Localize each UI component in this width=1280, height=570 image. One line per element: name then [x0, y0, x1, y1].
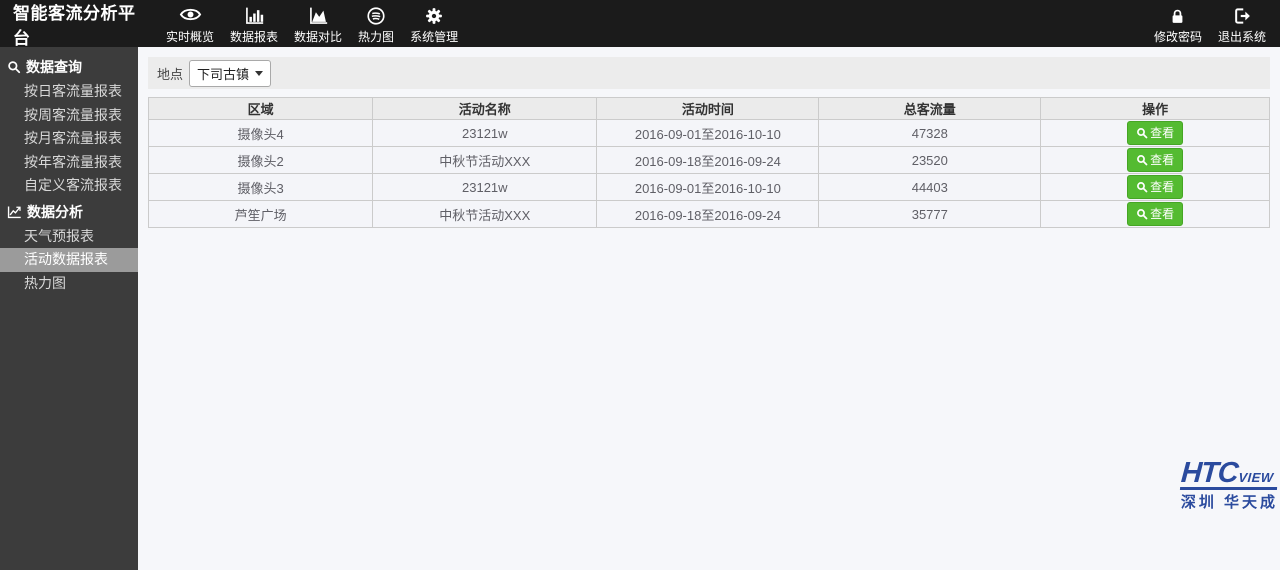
- sidebar-section-title: 数据查询: [26, 57, 82, 77]
- sidebar-item-activity-report[interactable]: 活动数据报表: [0, 248, 138, 272]
- sidebar-item-weekly-report[interactable]: 按周客流量报表: [0, 104, 138, 128]
- nav-item-heatmap[interactable]: 热力图: [350, 0, 402, 47]
- sidebar: 数据查询 按日客流量报表 按周客流量报表 按月客流量报表 按年客流量报表 自定义…: [0, 47, 138, 570]
- sidebar-item-monthly-report[interactable]: 按月客流量报表: [0, 127, 138, 151]
- nav-label: 修改密码: [1154, 28, 1202, 45]
- logo-brand-text: HTC: [1180, 459, 1239, 487]
- view-button-label: 查看: [1150, 151, 1174, 168]
- cell-activity: 中秋节活动XXX: [373, 147, 597, 174]
- col-header-activity-time: 活动时间: [597, 98, 819, 120]
- nav-label: 系统管理: [410, 28, 458, 45]
- nav-label: 热力图: [358, 28, 394, 45]
- nav-label: 退出系统: [1218, 28, 1266, 45]
- app-title: 智能客流分析平台: [0, 0, 138, 47]
- nav-item-system-admin[interactable]: 系统管理: [402, 0, 466, 47]
- view-button[interactable]: 查看: [1127, 202, 1183, 226]
- sidebar-item-daily-report[interactable]: 按日客流量报表: [0, 80, 138, 104]
- sidebar-item-heatmap[interactable]: 热力图: [0, 272, 138, 296]
- cell-time: 2016-09-01至2016-10-10: [597, 120, 819, 147]
- table-row: 摄像头2 中秋节活动XXX 2016-09-18至2016-09-24 2352…: [149, 147, 1270, 174]
- sign-out-icon: [1232, 4, 1252, 26]
- location-dropdown-value: 下司古镇: [197, 64, 249, 83]
- cell-activity: 23121w: [373, 120, 597, 147]
- col-header-total-flow: 总客流量: [819, 98, 1041, 120]
- cell-actions: 查看: [1041, 174, 1270, 201]
- location-label: 地点: [157, 64, 183, 83]
- gear-icon: [424, 4, 444, 26]
- cell-total: 47328: [819, 120, 1041, 147]
- view-button[interactable]: 查看: [1127, 148, 1183, 172]
- sidebar-section-data-analysis[interactable]: 数据分析: [0, 198, 138, 225]
- sidebar-section-title: 数据分析: [27, 202, 83, 222]
- col-header-activity-name: 活动名称: [373, 98, 597, 120]
- sidebar-item-weather-report[interactable]: 天气预报表: [0, 225, 138, 249]
- heatmap-icon: [366, 4, 386, 26]
- table-row: 摄像头4 23121w 2016-09-01至2016-10-10 47328 …: [149, 120, 1270, 147]
- cell-activity: 中秋节活动XXX: [373, 201, 597, 228]
- sidebar-item-yearly-report[interactable]: 按年客流量报表: [0, 151, 138, 175]
- main-nav: 实时概览 数据报表 数据对比 热力图 系统管理: [158, 0, 466, 47]
- cell-time: 2016-09-01至2016-10-10: [597, 174, 819, 201]
- cell-actions: 查看: [1041, 120, 1270, 147]
- table-row: 芦笙广场 中秋节活动XXX 2016-09-18至2016-09-24 3577…: [149, 201, 1270, 228]
- search-icon: [1136, 127, 1148, 139]
- cell-total: 23520: [819, 147, 1041, 174]
- logo-brand-suffix: view: [1238, 470, 1274, 485]
- cell-region: 芦笙广场: [149, 201, 373, 228]
- line-chart-icon: [7, 204, 22, 219]
- lock-icon: [1168, 4, 1187, 26]
- nav-label: 数据对比: [294, 28, 342, 45]
- col-header-region: 区域: [149, 98, 373, 120]
- cell-time: 2016-09-18至2016-09-24: [597, 147, 819, 174]
- area-chart-icon: [308, 4, 328, 26]
- sidebar-section-data-query[interactable]: 数据查询: [0, 53, 138, 80]
- nav-item-data-compare[interactable]: 数据对比: [286, 0, 350, 47]
- chevron-down-icon: [255, 71, 263, 76]
- cell-time: 2016-09-18至2016-09-24: [597, 201, 819, 228]
- cell-total: 35777: [819, 201, 1041, 228]
- change-password-button[interactable]: 修改密码: [1146, 0, 1210, 47]
- topbar: 智能客流分析平台 实时概览 数据报表 数据对比 热力图: [0, 0, 1280, 47]
- nav-label: 数据报表: [230, 28, 278, 45]
- col-header-actions: 操作: [1041, 98, 1270, 120]
- cell-region: 摄像头3: [149, 174, 373, 201]
- view-button-label: 查看: [1150, 205, 1174, 222]
- search-icon: [1136, 208, 1148, 220]
- view-button[interactable]: 查看: [1127, 121, 1183, 145]
- search-icon: [1136, 154, 1148, 166]
- view-button[interactable]: 查看: [1127, 175, 1183, 199]
- main-content: 地点 下司古镇 区域 活动名称 活动时间 总客流量 操作 摄像头4: [138, 47, 1280, 570]
- cell-actions: 查看: [1041, 201, 1270, 228]
- logout-button[interactable]: 退出系统: [1210, 0, 1274, 47]
- cell-activity: 23121w: [373, 174, 597, 201]
- table-header-row: 区域 活动名称 活动时间 总客流量 操作: [149, 98, 1270, 120]
- search-icon: [1136, 181, 1148, 193]
- topbar-right: 修改密码 退出系统: [1146, 0, 1280, 47]
- nav-label: 实时概览: [166, 28, 214, 45]
- cell-region: 摄像头2: [149, 147, 373, 174]
- logo-wordmark: HTCview: [1180, 459, 1279, 490]
- view-button-label: 查看: [1150, 178, 1174, 195]
- eye-icon: [179, 4, 202, 26]
- logo-subtitle: 深圳 华天成: [1181, 491, 1278, 512]
- activity-table: 区域 活动名称 活动时间 总客流量 操作 摄像头4 23121w 2016-09…: [148, 97, 1270, 228]
- filter-bar: 地点 下司古镇: [148, 57, 1270, 89]
- cell-actions: 查看: [1041, 147, 1270, 174]
- search-icon: [7, 60, 21, 74]
- nav-item-data-report[interactable]: 数据报表: [222, 0, 286, 47]
- bar-chart-icon: [244, 4, 264, 26]
- htcview-logo: HTCview 深圳 华天成: [1181, 459, 1280, 512]
- view-button-label: 查看: [1150, 124, 1174, 141]
- cell-total: 44403: [819, 174, 1041, 201]
- location-dropdown[interactable]: 下司古镇: [189, 60, 271, 87]
- nav-item-realtime-overview[interactable]: 实时概览: [158, 0, 222, 47]
- sidebar-item-custom-report[interactable]: 自定义客流报表: [0, 174, 138, 198]
- cell-region: 摄像头4: [149, 120, 373, 147]
- table-row: 摄像头3 23121w 2016-09-01至2016-10-10 44403 …: [149, 174, 1270, 201]
